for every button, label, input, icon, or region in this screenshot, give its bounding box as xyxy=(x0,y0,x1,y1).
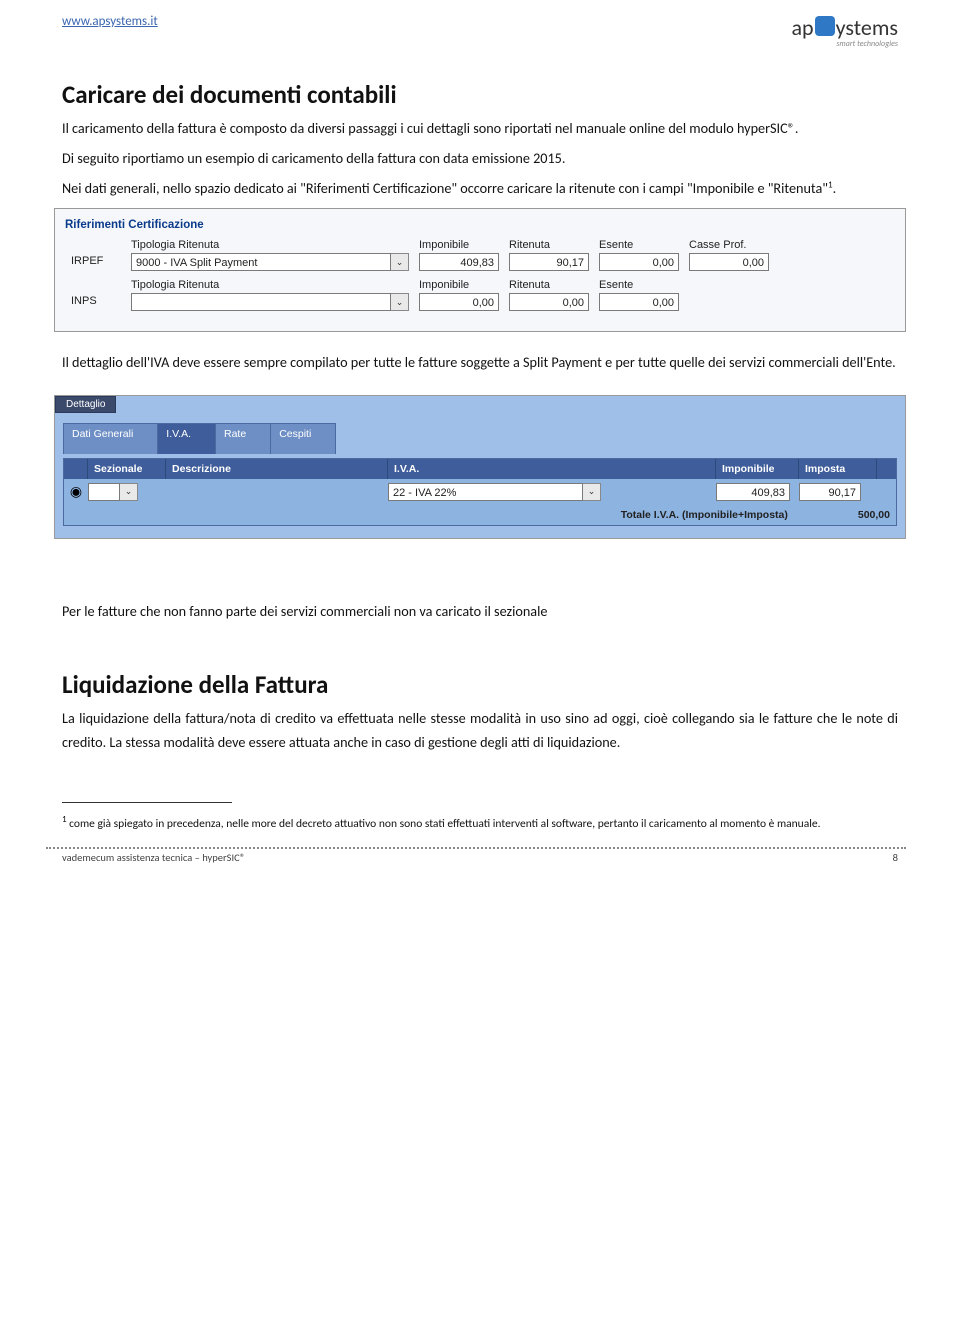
sezionale-select[interactable]: ⌄ xyxy=(88,483,166,501)
section2-p1: Il dettaglio dell'IVA deve essere sempre… xyxy=(62,350,898,374)
irpef-tipologia-select[interactable]: 9000 - IVA Split Payment ⌄ xyxy=(131,253,409,271)
total-value: 500,00 xyxy=(858,509,890,521)
footnote-separator xyxy=(62,802,232,803)
dettaglio-panel-title: Dettaglio xyxy=(55,396,116,413)
page-number: 8 xyxy=(893,851,898,864)
logo-icon xyxy=(815,16,835,36)
iva-table-row: ◉ ⌄ 22 - IVA 22% ⌄ 409,83 90,17 xyxy=(64,479,896,505)
ritenuta-label: Ritenuta xyxy=(509,239,589,251)
group-label: Riferimenti Certificazione xyxy=(55,215,905,237)
certification-screenshot: Riferimenti Certificazione IRPEF Tipolog… xyxy=(54,208,906,332)
tipologia-label: Tipologia Ritenuta xyxy=(131,279,409,291)
inps-ritenuta-input[interactable]: 0,00 xyxy=(509,293,589,311)
irpef-imponibile-input[interactable]: 409,83 xyxy=(419,253,499,271)
total-label: Totale I.V.A. (Imponibile+Imposta) xyxy=(621,509,788,521)
section4-p1: La liquidazione della fattura/nota di cr… xyxy=(62,706,898,754)
dettaglio-screenshot: Dettaglio Dati Generali I.V.A. Rate Cesp… xyxy=(54,395,906,539)
inps-tipologia-value xyxy=(131,293,391,311)
esente-label: Esente xyxy=(599,279,679,291)
footnote-1: 1 come già spiegato in precedenza, nelle… xyxy=(62,814,898,832)
chevron-down-icon: ⌄ xyxy=(391,293,409,311)
tab-rate[interactable]: Rate xyxy=(215,423,271,454)
footer-left: vademecum assistenza tecnica – hyperSIC® xyxy=(62,851,245,864)
logo: apystems smart technologies xyxy=(792,14,898,49)
row-radio[interactable]: ◉ xyxy=(64,483,88,500)
th-descrizione: Descrizione xyxy=(166,459,388,479)
ritenuta-label: Ritenuta xyxy=(509,279,589,291)
irpef-casse-input[interactable]: 0,00 xyxy=(689,253,769,271)
irpef-label: IRPEF xyxy=(71,255,121,271)
inps-label: INPS xyxy=(71,295,121,311)
chevron-down-icon: ⌄ xyxy=(391,253,409,271)
casse-label: Casse Prof. xyxy=(689,239,769,251)
inps-esente-input[interactable]: 0,00 xyxy=(599,293,679,311)
imponibile-label: Imponibile xyxy=(419,239,499,251)
irpef-ritenuta-input[interactable]: 90,17 xyxy=(509,253,589,271)
th-imponibile: Imponibile xyxy=(716,459,799,479)
tab-dati-generali[interactable]: Dati Generali xyxy=(63,423,158,454)
site-url-link[interactable]: www.apsystems.it xyxy=(62,14,158,29)
row-imponibile-input[interactable]: 409,83 xyxy=(716,483,790,501)
section1-p3: Nei dati generali, nello spazio dedicato… xyxy=(62,176,898,200)
chevron-down-icon: ⌄ xyxy=(120,483,138,501)
section1-p1: Il caricamento della fattura è composto … xyxy=(62,116,898,140)
esente-label: Esente xyxy=(599,239,679,251)
tab-cespiti[interactable]: Cespiti xyxy=(270,423,336,454)
inps-tipologia-select[interactable]: ⌄ xyxy=(131,293,409,311)
imponibile-label: Imponibile xyxy=(419,279,499,291)
th-iva: I.V.A. xyxy=(388,459,716,479)
chevron-down-icon: ⌄ xyxy=(583,483,601,501)
tab-iva[interactable]: I.V.A. xyxy=(157,423,216,454)
iva-table-header: Sezionale Descrizione I.V.A. Imponibile … xyxy=(64,459,896,479)
irpef-row: IRPEF Tipologia Ritenuta 9000 - IVA Spli… xyxy=(55,237,905,277)
inps-row: INPS Tipologia Ritenuta ⌄ Imponibile 0,0… xyxy=(55,277,905,317)
section1-p2: Di seguito riportiamo un esempio di cari… xyxy=(62,146,898,170)
section4-title: Liquidazione della Fattura xyxy=(62,669,898,700)
section3-p1: Per le fatture che non fanno parte dei s… xyxy=(62,599,898,623)
section1-title: Caricare dei documenti contabili xyxy=(62,79,898,110)
iva-total-row: Totale I.V.A. (Imponibile+Imposta) 500,0… xyxy=(64,505,896,525)
th-imposta: Imposta xyxy=(799,459,877,479)
row-imposta-input[interactable]: 90,17 xyxy=(799,483,861,501)
tipologia-label: Tipologia Ritenuta xyxy=(131,239,409,251)
th-sezionale: Sezionale xyxy=(88,459,166,479)
irpef-esente-input[interactable]: 0,00 xyxy=(599,253,679,271)
irpef-tipologia-value: 9000 - IVA Split Payment xyxy=(131,253,391,271)
iva-select[interactable]: 22 - IVA 22% ⌄ xyxy=(388,483,716,501)
inps-imponibile-input[interactable]: 0,00 xyxy=(419,293,499,311)
